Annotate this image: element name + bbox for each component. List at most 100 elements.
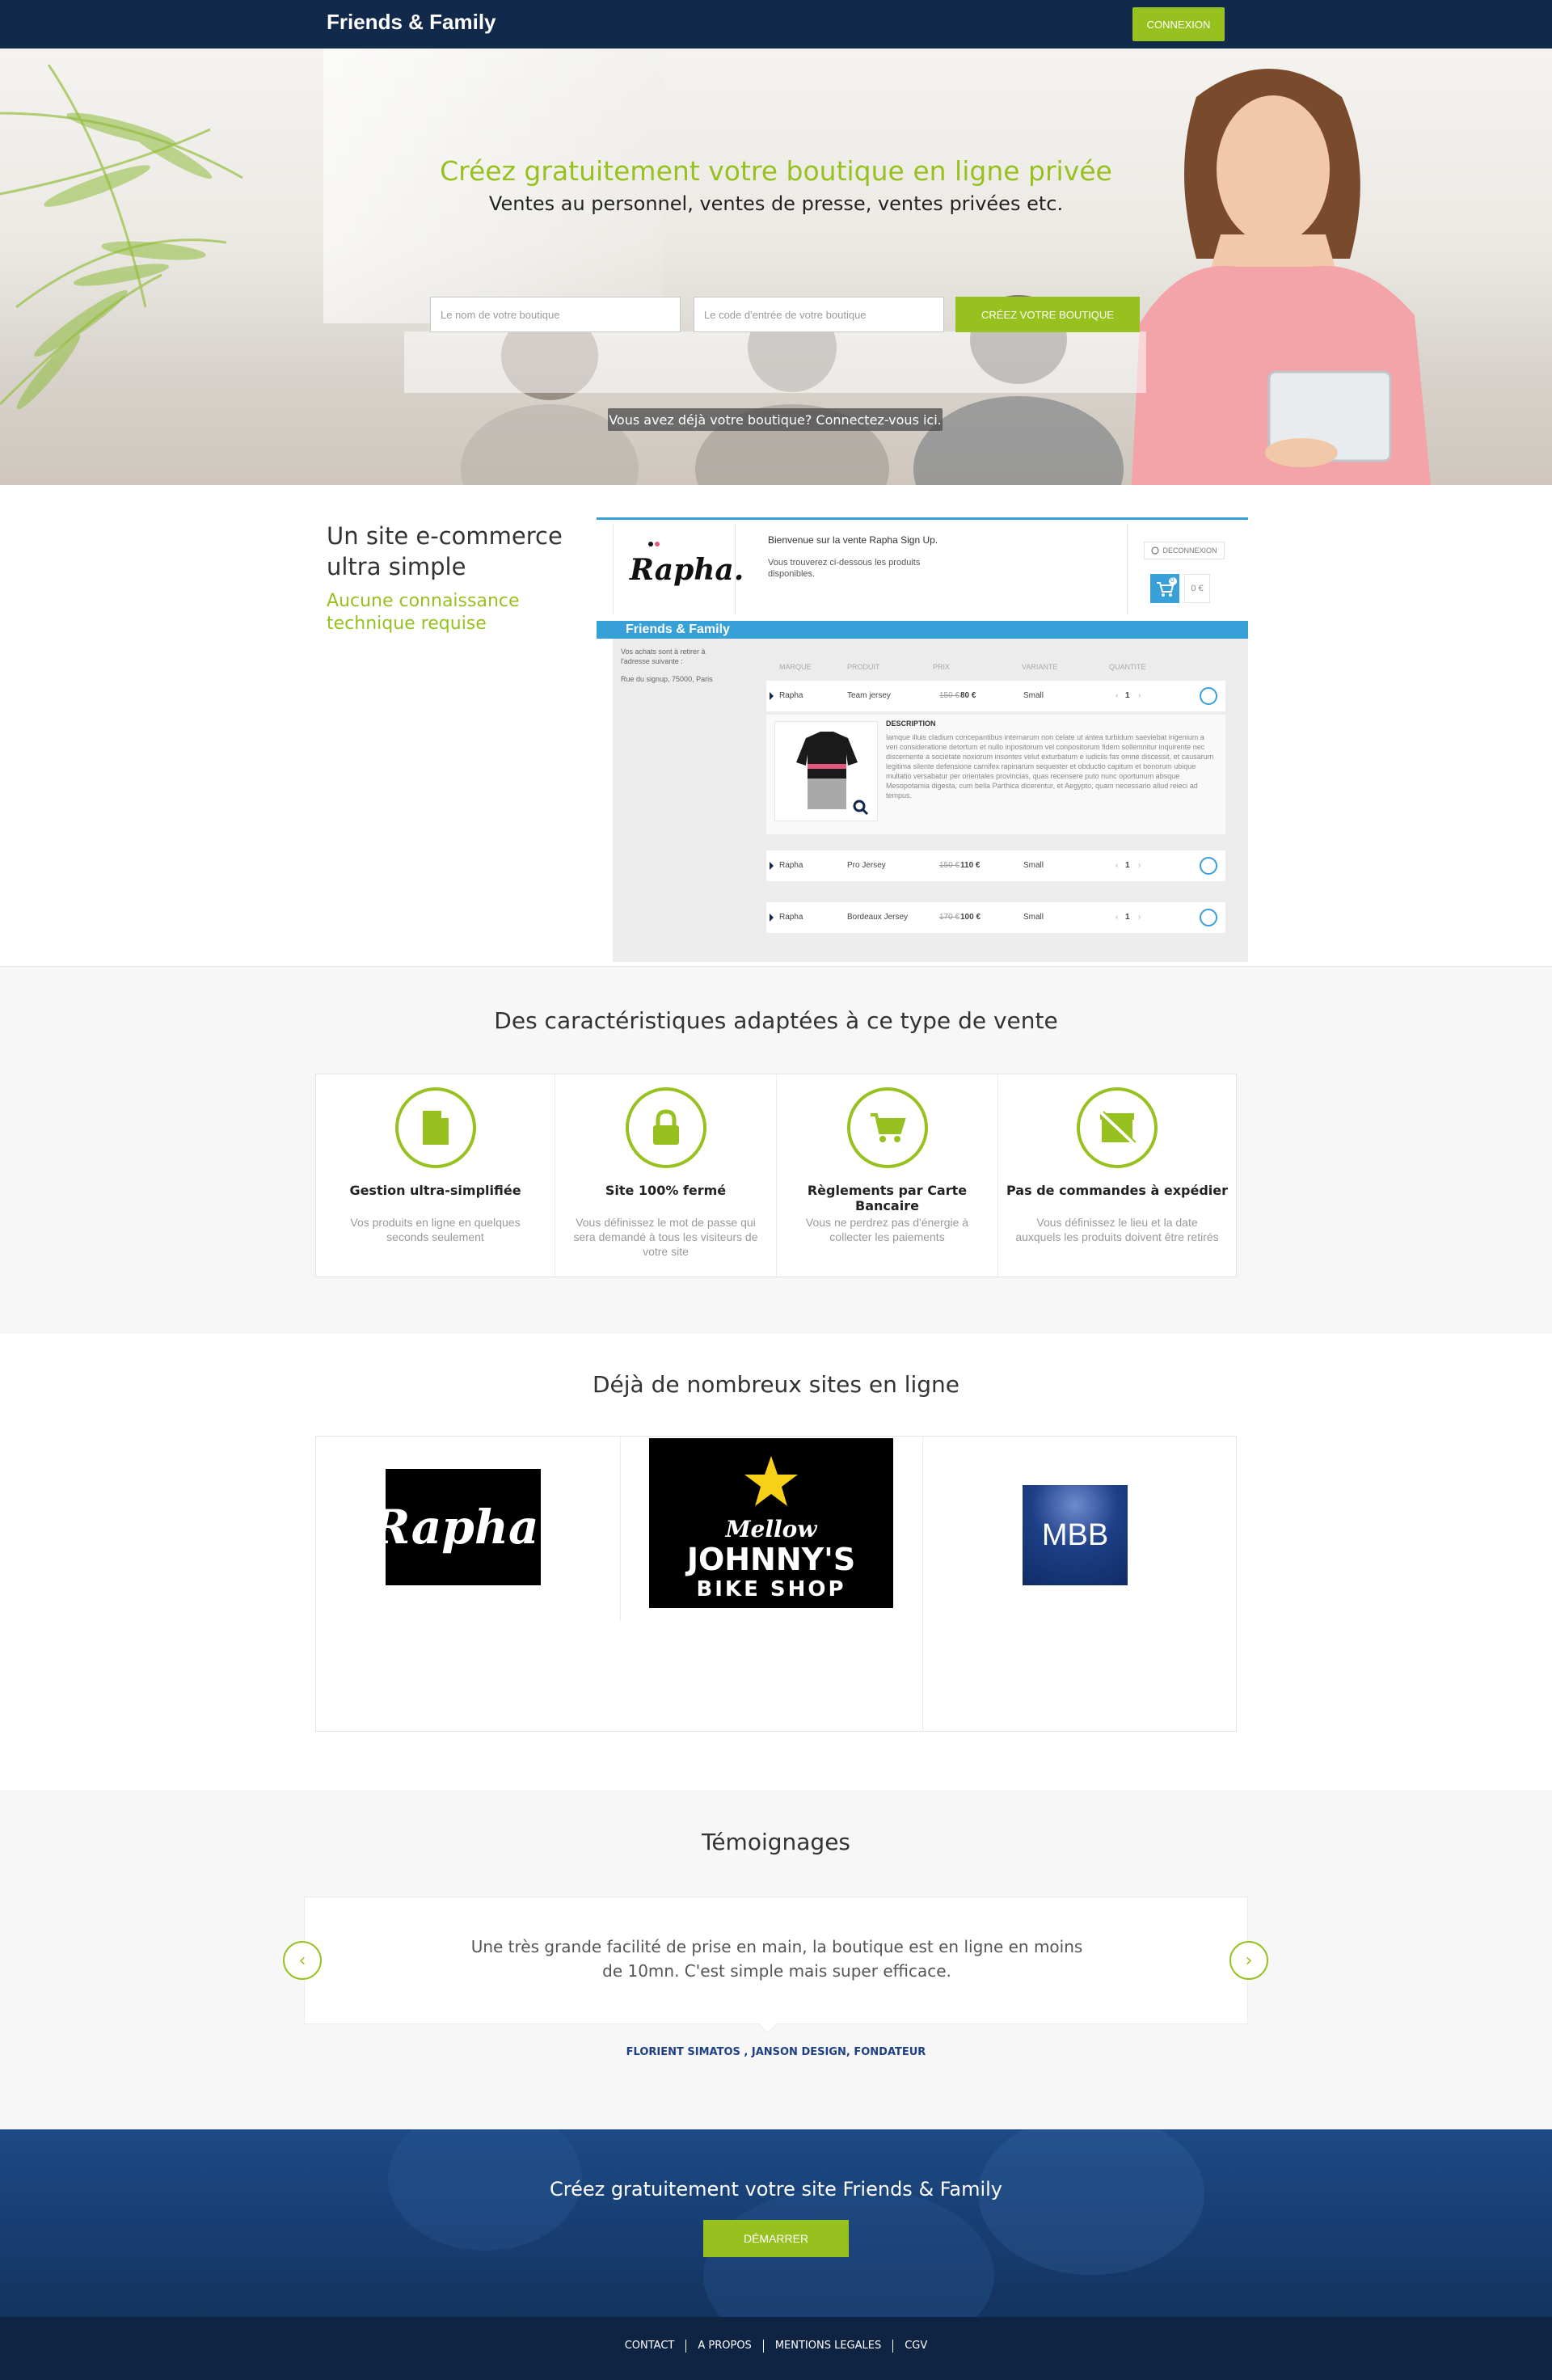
col-variant: VARIANTE [1022, 663, 1058, 671]
brand-logo[interactable]: Friends & Family [327, 10, 496, 35]
no-shipping-icon [1077, 1087, 1158, 1168]
feature-text: Vous définissez le lieu et la date auxqu… [1015, 1216, 1219, 1243]
mockup-pickup-address: Rue du signup, 75000, Paris [621, 675, 713, 683]
rapha-logo[interactable]: Rapha. [371, 1469, 555, 1585]
shop-name-input[interactable] [430, 297, 681, 332]
testimonial-quote-box: Une très grande facilité de prise en mai… [304, 1897, 1248, 2024]
mockup-logo-box: Rapha. [613, 524, 744, 614]
feature-text: Vous définissez le mot de passe qui sera… [573, 1216, 758, 1258]
description-text: Iamque illuis cladium concepantibus inte… [886, 733, 1214, 800]
footer-link-contact[interactable]: CONTACT [614, 2340, 687, 2353]
ecommerce-subtitle: Aucune connaissance technique requise [327, 591, 520, 634]
cta-title: Créez gratuitement votre site Friends & … [549, 2178, 1003, 2201]
row-quantity: 1 [1125, 861, 1130, 870]
mockup-header: Rapha. Bienvenue sur la vente Rapha Sign… [597, 520, 1248, 621]
divider [922, 1437, 923, 1731]
row-quantity: 1 [1125, 913, 1130, 922]
feature-text: Vous ne perdrez pas d'énergie à collecte… [805, 1216, 969, 1243]
footer-links: CONTACT A PROPOS MENTIONS LEGALES CGV [0, 2340, 1552, 2353]
login-button[interactable]: CONNEXION [1132, 7, 1225, 41]
mockup-logout-button: DECONNEXION [1144, 542, 1225, 559]
star-icon [744, 1456, 798, 1506]
ecommerce-title: Un site e-commerce ultra simple [327, 522, 563, 580]
mockup-product-list: MARQUE PRODUIT PRIX VARIANTE QUANTITE Ra… [736, 639, 1248, 962]
mockup-bar-title: Friends & Family [626, 622, 730, 636]
row-product: Bordeaux Jersey [847, 913, 909, 922]
sites-title: Déjà de nombreux sites en ligne [592, 1371, 960, 1398]
mjbs-logo-line2: JOHNNY'S [686, 1542, 856, 1577]
testimonial-quote: Une très grande facilité de prise en mai… [470, 1937, 1083, 1981]
row-product: Team jersey [847, 691, 891, 700]
cart-icon [1157, 577, 1177, 597]
row-old-price: 170 € [939, 913, 960, 922]
row-product: Pro Jersey [847, 861, 886, 870]
row-brand: Rapha [779, 913, 803, 922]
feature-card: Gestion ultra-simplifiée Vos produits en… [316, 1074, 555, 1277]
chevron-right-icon[interactable]: › [1229, 1941, 1268, 1980]
mockup-cart-total: 0 € [1184, 574, 1210, 603]
mjbs-logo-line3: BIKE SHOP [696, 1577, 846, 1601]
signup-form-panel [404, 331, 1146, 393]
testimonials-title: Témoignages [701, 1829, 851, 1855]
mockup-logout-label: DECONNEXION [1162, 546, 1217, 555]
row-variant: Small [1023, 913, 1044, 922]
dots-icon [648, 542, 660, 546]
mellow-johnnys-logo[interactable]: Mellow JOHNNY'S BIKE SHOP [649, 1438, 893, 1608]
product-description-panel: DESCRIPTION Iamque illuis cladium concep… [766, 715, 1225, 834]
add-to-cart-icon [1200, 857, 1217, 875]
footer-link-legal[interactable]: MENTIONS LEGALES [764, 2340, 894, 2353]
mockup-welcome: Bienvenue sur la vente Rapha Sign Up. [768, 534, 938, 546]
product-row: Rapha Team jersey 150 € 80 € Small ‹ 1 › [766, 681, 1225, 711]
start-button[interactable]: DÉMARRER [703, 2220, 849, 2257]
existing-shop-login-link[interactable]: Vous avez déjà votre boutique? Connectez… [608, 408, 943, 431]
col-product: PRODUIT [847, 663, 880, 671]
add-to-cart-icon [1200, 909, 1217, 926]
mbb-logo-text: MBB [1041, 1517, 1109, 1552]
client-logos-panel: Rapha. Mellow JOHNNY'S BIKE SHOP MBB [315, 1436, 1237, 1732]
plant-illustration [0, 65, 243, 410]
footer-link-cgv[interactable]: CGV [893, 2340, 938, 2353]
mockup-title-bar: Friends & Family [597, 621, 1248, 639]
feature-card: Site 100% fermé Vous définissez le mot d… [555, 1074, 777, 1277]
feature-card: Pas de commandes à expédier Vous définis… [998, 1074, 1236, 1277]
feature-title: Site 100% fermé [605, 1183, 727, 1198]
feature-text: Vos produits en ligne en quelques second… [350, 1216, 521, 1243]
product-row: Rapha Bordeaux Jersey 170 € 100 € Small … [766, 902, 1225, 933]
chevron-left-icon[interactable]: ‹ [283, 1941, 322, 1980]
mockup-cart-count: 0 [1170, 576, 1175, 584]
mockup-cart-icon: 0 [1150, 574, 1179, 603]
feature-card: Règlements par Carte Bancaire Vous ne pe… [777, 1074, 998, 1277]
row-variant: Small [1023, 691, 1044, 700]
mockup-description: Vous trouverez ci-dessous les produits d… [768, 558, 921, 579]
mockup-pickup-text: Vos achats sont à retirer à l'adresse su… [621, 648, 706, 665]
document-icon [394, 1087, 476, 1168]
row-brand: Rapha [779, 691, 803, 700]
create-shop-button[interactable]: CRÉEZ VOTRE BOUTIQUE [955, 297, 1140, 332]
row-old-price: 150 € [939, 691, 960, 700]
jersey-image [774, 721, 878, 821]
hero-title: Créez gratuitement votre boutique en lig… [440, 155, 1112, 187]
description-title: DESCRIPTION [886, 719, 936, 728]
col-brand: MARQUE [779, 663, 812, 671]
feature-title: Règlements par Carte Bancaire [807, 1183, 968, 1213]
feature-title: Pas de commandes à expédier [1006, 1183, 1228, 1198]
divider [620, 1437, 621, 1621]
mbb-logo[interactable]: MBB [1023, 1485, 1128, 1585]
mockup-sidebar: Vos achats sont à retirer à l'adresse su… [613, 639, 736, 962]
row-price: 80 € [960, 691, 976, 700]
row-brand: Rapha [779, 861, 803, 870]
power-icon [1151, 546, 1160, 555]
feature-title: Gestion ultra-simplifiée [349, 1183, 521, 1198]
row-price: 110 € [960, 861, 981, 870]
mockup-account-area: DECONNEXION 0 0 € [1127, 524, 1248, 614]
row-variant: Small [1023, 861, 1044, 870]
add-to-cart-icon [1200, 687, 1217, 705]
col-quantity: QUANTITE [1109, 663, 1146, 671]
features-title: Des caractéristiques adaptées à ce type … [494, 1007, 1058, 1034]
cart-icon [846, 1087, 928, 1168]
mjbs-logo-line1: Mellow [725, 1516, 817, 1542]
page: Friends & Family CONNEXION Créez gratuit… [0, 0, 1552, 2380]
row-price: 100 € [960, 913, 981, 922]
shop-code-input[interactable] [694, 297, 944, 332]
footer-link-about[interactable]: A PROPOS [686, 2340, 764, 2353]
